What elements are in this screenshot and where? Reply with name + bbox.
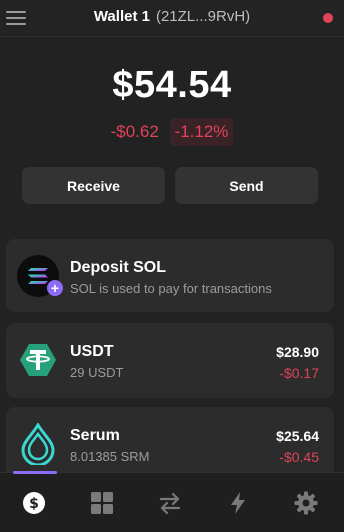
total-balance: $54.54 bbox=[112, 64, 232, 106]
token-amount: 29 USDT bbox=[70, 365, 124, 380]
balance-change-percent: -1.12% bbox=[169, 118, 234, 146]
balance-change-amount: -$0.62 bbox=[110, 122, 159, 141]
activity-bolt-icon bbox=[231, 492, 245, 514]
balances-icon: $ bbox=[23, 492, 45, 514]
token-name: USDT bbox=[70, 343, 114, 360]
token-change: -$0.17 bbox=[279, 365, 319, 381]
wallet-selector[interactable]: Wallet 1 (21ZL...9RvH) bbox=[0, 8, 344, 25]
settings-gear-icon bbox=[294, 491, 318, 515]
svg-text:$: $ bbox=[29, 496, 39, 512]
collectibles-grid-icon bbox=[91, 492, 113, 514]
receive-button[interactable]: Receive bbox=[22, 167, 165, 204]
token-name: Serum bbox=[70, 427, 120, 444]
wallet-name: Wallet 1 bbox=[93, 8, 150, 25]
deposit-sol-card[interactable]: + Deposit SOL SOL is used to pay for tra… bbox=[6, 239, 334, 312]
header: Wallet 1 (21ZL...9RvH) bbox=[0, 0, 344, 37]
balance-change-row: -$0.62 -1.12% bbox=[0, 118, 344, 146]
swap-arrows-icon bbox=[159, 492, 181, 515]
token-change: -$0.45 bbox=[279, 449, 319, 465]
token-value: $25.64 bbox=[276, 428, 319, 444]
nav-activity[interactable] bbox=[204, 473, 272, 532]
tether-logo-icon bbox=[17, 339, 59, 381]
nav-swap[interactable] bbox=[136, 473, 204, 532]
deposit-title: Deposit SOL bbox=[70, 259, 167, 276]
deposit-subtitle: SOL is used to pay for transactions bbox=[70, 281, 272, 296]
plus-icon: + bbox=[47, 280, 63, 296]
wallet-address: (21ZL...9RvH) bbox=[155, 8, 251, 25]
send-button[interactable]: Send bbox=[175, 167, 318, 204]
bottom-navigation: $ bbox=[0, 471, 344, 532]
token-value: $28.90 bbox=[276, 344, 319, 360]
connection-status-dot bbox=[323, 13, 333, 23]
nav-collectibles[interactable] bbox=[68, 473, 136, 532]
active-tab-indicator bbox=[13, 471, 57, 474]
serum-logo-icon bbox=[17, 422, 59, 467]
nav-settings[interactable] bbox=[272, 473, 340, 532]
nav-balances[interactable]: $ bbox=[0, 471, 68, 532]
token-amount: 8.01385 SRM bbox=[70, 449, 150, 464]
token-row-usdt[interactable]: USDT 29 USDT $28.90 -$0.17 bbox=[6, 323, 334, 398]
